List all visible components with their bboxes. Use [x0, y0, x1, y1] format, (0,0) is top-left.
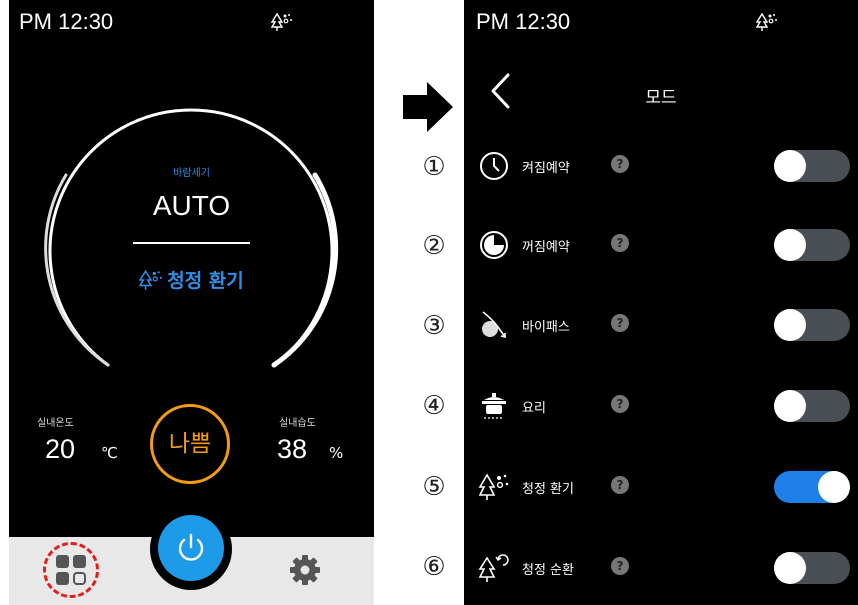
gear-icon[interactable]	[287, 552, 323, 588]
divider	[133, 242, 250, 244]
help-icon[interactable]: ?	[611, 155, 629, 173]
fan-speed-label: 바람세기	[173, 168, 210, 179]
help-icon[interactable]: ?	[611, 476, 629, 494]
mode-row-clean-circulation: 청정 순환 ?	[464, 548, 858, 588]
toggle-switch[interactable]	[774, 471, 850, 503]
toggle-switch[interactable]	[774, 309, 850, 341]
mode-menu-button[interactable]	[53, 552, 89, 588]
main-screen: PM 12:30 바람세기 AUTO 청정 환기 실내온도 20 ℃ 나쁨 실내…	[9, 0, 374, 605]
indoor-temp-value: 20	[45, 434, 76, 464]
mode-number-3: ③	[422, 311, 446, 341]
mode-label: 청정 환기	[522, 482, 574, 497]
mode-label: 요리	[522, 401, 546, 416]
mode-number-5: ⑤	[422, 472, 446, 502]
clean-ventilation-icon	[138, 269, 163, 290]
indoor-humidity-unit: %	[329, 444, 344, 462]
mode-row-power-on-timer: 켜짐예약 ?	[464, 146, 858, 186]
help-icon[interactable]: ?	[611, 395, 629, 413]
mode-row-cooking: 요리 ?	[464, 386, 858, 426]
mode-label: 켜짐예약	[522, 161, 570, 176]
power-button[interactable]	[158, 515, 224, 581]
toggle-knob	[774, 552, 806, 584]
current-mode-label: 청정 환기	[167, 270, 244, 292]
toggle-knob	[774, 390, 806, 422]
bypass-icon	[482, 311, 506, 339]
toggle-knob	[774, 309, 806, 341]
air-quality-badge: 나쁨	[150, 404, 230, 484]
arrow-right-icon	[403, 82, 453, 132]
mode-screen: PM 12:30 모드 켜짐예약 ? 꺼짐예약 ? 바이패스 ? 요리 ? 청정…	[464, 0, 858, 605]
clean-ventilation-status-icon	[756, 12, 777, 31]
mode-label: 꺼짐예약	[522, 240, 570, 255]
indoor-humidity-value: 38	[277, 434, 308, 464]
pot-icon	[482, 393, 506, 419]
mode-row-power-off-timer: 꺼짐예약 ?	[464, 225, 858, 265]
mode-number-6: ⑥	[422, 552, 446, 582]
toggle-switch[interactable]	[774, 229, 850, 261]
page-title: 모드	[645, 88, 677, 108]
clean-circulation-icon	[478, 554, 509, 582]
mode-label: 바이패스	[522, 320, 570, 335]
toggle-switch[interactable]	[774, 552, 850, 584]
toggle-knob	[818, 471, 850, 503]
toggle-knob	[774, 150, 806, 182]
clock-off-icon	[480, 231, 508, 259]
status-time: PM 12:30	[476, 9, 571, 34]
mode-number-4: ④	[422, 391, 446, 421]
clean-ventilation-icon	[478, 473, 509, 500]
help-icon[interactable]: ?	[611, 557, 629, 575]
mode-number-1: ①	[422, 152, 446, 182]
mode-label: 청정 순환	[522, 563, 574, 578]
current-mode: 청정 환기	[9, 266, 374, 293]
toggle-knob	[774, 229, 806, 261]
indoor-temp-label: 실내온도	[37, 418, 74, 429]
toggle-switch[interactable]	[774, 390, 850, 422]
mode-row-bypass: 바이패스 ?	[464, 305, 858, 345]
toggle-switch[interactable]	[774, 150, 850, 182]
indoor-humidity-label: 실내습도	[279, 418, 316, 429]
fan-speed-value: AUTO	[152, 190, 231, 221]
mode-number-2: ②	[422, 231, 446, 261]
help-icon[interactable]: ?	[611, 234, 629, 252]
clock-icon	[480, 152, 508, 180]
indoor-temp-unit: ℃	[101, 444, 118, 462]
help-icon[interactable]: ?	[611, 314, 629, 332]
mode-row-clean-ventilation: 청정 환기 ?	[464, 467, 858, 507]
power-icon	[178, 533, 204, 561]
